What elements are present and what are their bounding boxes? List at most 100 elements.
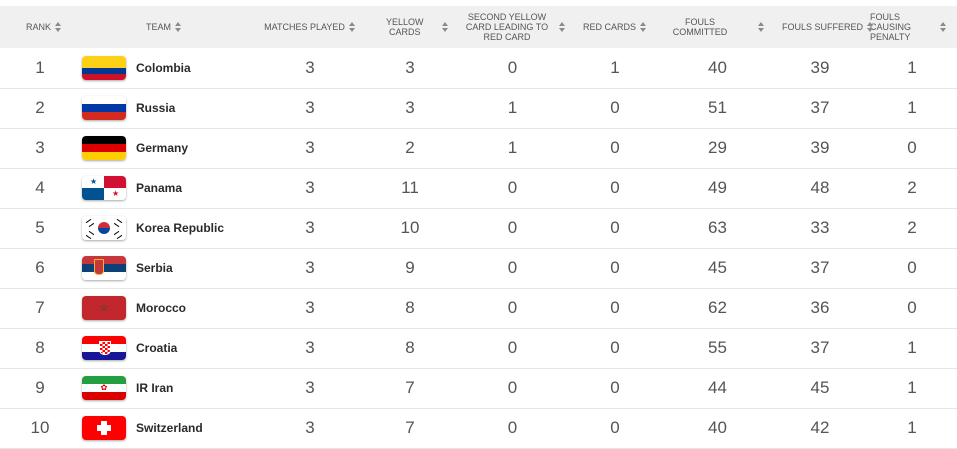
fouls-suffered-cell: 37 bbox=[810, 258, 830, 277]
second-yellow-cell: 1 bbox=[507, 98, 518, 117]
yellow-cards-cell: 9 bbox=[405, 258, 415, 277]
table-row[interactable]: 4 ★ ★ Panama 3 11 0 0 49 48 2 bbox=[0, 168, 957, 208]
fouls-committed-cell: 55 bbox=[708, 338, 727, 357]
red-cards-cell: 0 bbox=[610, 218, 620, 237]
column-header-fouls-committed[interactable]: FOULS COMMITTED bbox=[655, 6, 780, 48]
table-row[interactable]: 9 ✿ IR Iran 3 7 0 0 44 45 1 bbox=[0, 368, 957, 408]
iran-flag-icon: ✿ bbox=[82, 376, 126, 400]
fouls-suffered-cell: 36 bbox=[810, 298, 830, 317]
sort-icon[interactable] bbox=[867, 22, 874, 32]
fouls-causing-penalty-cell: 0 bbox=[907, 258, 917, 277]
table-row[interactable]: 7 ☆ Morocco 3 8 0 0 62 36 0 bbox=[0, 288, 957, 328]
matches-played-cell: 3 bbox=[305, 258, 315, 277]
team-discipline-table: RANK TEAM MATCHES PLAYED YELLOW CARDS SE… bbox=[0, 6, 957, 449]
rank-cell: 4 bbox=[35, 178, 45, 197]
table-row[interactable]: 2 Russia 3 3 1 0 51 37 1 bbox=[0, 88, 957, 128]
team-name[interactable]: Morocco bbox=[136, 301, 186, 315]
fouls-committed-cell: 40 bbox=[708, 57, 727, 77]
team-name[interactable]: Germany bbox=[136, 141, 188, 155]
rank-cell: 5 bbox=[35, 218, 45, 237]
second-yellow-cell: 0 bbox=[507, 298, 518, 317]
matches-played-cell: 3 bbox=[305, 418, 315, 437]
team-cell: Russia bbox=[80, 88, 250, 128]
team-name[interactable]: Serbia bbox=[136, 261, 173, 275]
fouls-causing-penalty-cell: 1 bbox=[907, 418, 917, 437]
team-cell: Serbia bbox=[80, 248, 250, 288]
sort-icon[interactable] bbox=[758, 22, 765, 32]
fouls-suffered-cell: 37 bbox=[810, 98, 830, 117]
fouls-suffered-cell: 48 bbox=[810, 178, 830, 197]
croatia-flag-icon bbox=[82, 336, 126, 360]
table-row[interactable]: 8 Croatia 3 8 0 0 55 37 1 bbox=[0, 328, 957, 368]
sort-icon[interactable] bbox=[175, 22, 182, 32]
colombia-flag-icon bbox=[82, 55, 126, 80]
column-header-red-cards[interactable]: RED CARDS bbox=[575, 6, 655, 48]
fouls-causing-penalty-cell: 0 bbox=[907, 298, 917, 317]
column-header-team[interactable]: TEAM bbox=[80, 6, 250, 48]
table-row[interactable]: 10 Switzerland 3 7 0 0 40 42 1 bbox=[0, 408, 957, 448]
column-header-second-yellow[interactable]: SECOND YELLOW CARD LEADING TO RED CARD bbox=[450, 6, 575, 48]
fouls-committed-cell: 44 bbox=[708, 378, 727, 397]
column-header-yellow-cards[interactable]: YELLOW CARDS bbox=[370, 6, 450, 48]
table-row[interactable]: 3 Germany 3 2 1 0 29 39 0 bbox=[0, 128, 957, 168]
fouls-suffered-cell: 33 bbox=[810, 218, 830, 237]
yellow-cards-cell: 10 bbox=[400, 218, 420, 237]
second-yellow-cell: 0 bbox=[507, 178, 518, 197]
rank-cell: 1 bbox=[35, 57, 45, 77]
team-name[interactable]: IR Iran bbox=[136, 381, 173, 395]
second-yellow-cell: 0 bbox=[507, 418, 518, 437]
sort-icon[interactable] bbox=[558, 22, 566, 32]
fouls-suffered-cell: 42 bbox=[810, 418, 830, 437]
sort-icon[interactable] bbox=[348, 22, 356, 32]
yellow-cards-cell: 8 bbox=[405, 338, 415, 357]
fouls-suffered-cell: 39 bbox=[810, 138, 830, 157]
red-cards-cell: 0 bbox=[610, 258, 620, 277]
red-cards-cell: 0 bbox=[610, 378, 620, 397]
team-cell: Korea Republic bbox=[80, 208, 250, 248]
team-name[interactable]: Korea Republic bbox=[136, 221, 224, 235]
fouls-causing-penalty-cell: 2 bbox=[907, 178, 917, 197]
team-name[interactable]: Croatia bbox=[136, 341, 177, 355]
team-name[interactable]: Panama bbox=[136, 181, 182, 195]
column-header-fouls-suffered[interactable]: FOULS SUFFERED bbox=[780, 6, 874, 48]
fouls-causing-penalty-cell: 0 bbox=[907, 138, 917, 157]
yellow-cards-cell: 3 bbox=[405, 98, 415, 117]
fouls-causing-penalty-cell: 2 bbox=[907, 218, 917, 237]
column-header-matches-played[interactable]: MATCHES PLAYED bbox=[250, 6, 370, 48]
fouls-causing-penalty-cell: 1 bbox=[907, 338, 917, 357]
column-header-rank[interactable]: RANK bbox=[0, 6, 80, 48]
sort-icon[interactable] bbox=[940, 22, 947, 32]
column-header-fouls-causing-penalty[interactable]: FOULS CAUSING PENALTY bbox=[860, 6, 957, 48]
yellow-cards-cell: 11 bbox=[401, 178, 419, 197]
second-yellow-cell: 0 bbox=[507, 378, 518, 397]
morocco-flag-icon: ☆ bbox=[82, 296, 126, 320]
table-row[interactable]: 1 Colombia 3 3 0 1 40 39 1 bbox=[0, 48, 957, 88]
table-row[interactable]: 6 Serbia 3 9 0 0 45 37 0 bbox=[0, 248, 957, 288]
fouls-committed-cell: 29 bbox=[708, 138, 727, 157]
yellow-cards-cell: 7 bbox=[405, 378, 415, 397]
matches-played-cell: 3 bbox=[305, 138, 315, 157]
team-cell: ✿ IR Iran bbox=[80, 368, 250, 408]
red-cards-cell: 0 bbox=[610, 138, 620, 157]
panama-flag-icon: ★ ★ bbox=[82, 176, 126, 200]
team-name[interactable]: Russia bbox=[136, 101, 175, 115]
red-cards-cell: 0 bbox=[610, 298, 620, 317]
second-yellow-cell: 0 bbox=[507, 258, 518, 277]
table-header-row: RANK TEAM MATCHES PLAYED YELLOW CARDS SE… bbox=[0, 6, 957, 48]
sort-icon[interactable] bbox=[55, 22, 62, 32]
rank-cell: 2 bbox=[35, 98, 45, 117]
rank-cell: 8 bbox=[35, 338, 45, 357]
rank-cell: 10 bbox=[30, 418, 50, 437]
fouls-suffered-cell: 37 bbox=[810, 338, 830, 357]
fouls-suffered-cell: 39 bbox=[810, 57, 830, 77]
red-cards-cell: 0 bbox=[610, 98, 620, 117]
sort-icon[interactable] bbox=[640, 22, 647, 32]
rank-cell: 3 bbox=[35, 138, 45, 157]
team-name[interactable]: Switzerland bbox=[136, 421, 203, 435]
fouls-causing-penalty-cell: 1 bbox=[907, 98, 917, 117]
fouls-committed-cell: 63 bbox=[708, 218, 727, 237]
sort-icon[interactable] bbox=[441, 22, 448, 32]
table-row[interactable]: 5 Korea Republic 3 10 0 0 63 33 2 bbox=[0, 208, 957, 248]
team-name[interactable]: Colombia bbox=[136, 61, 191, 75]
matches-played-cell: 3 bbox=[305, 218, 315, 237]
